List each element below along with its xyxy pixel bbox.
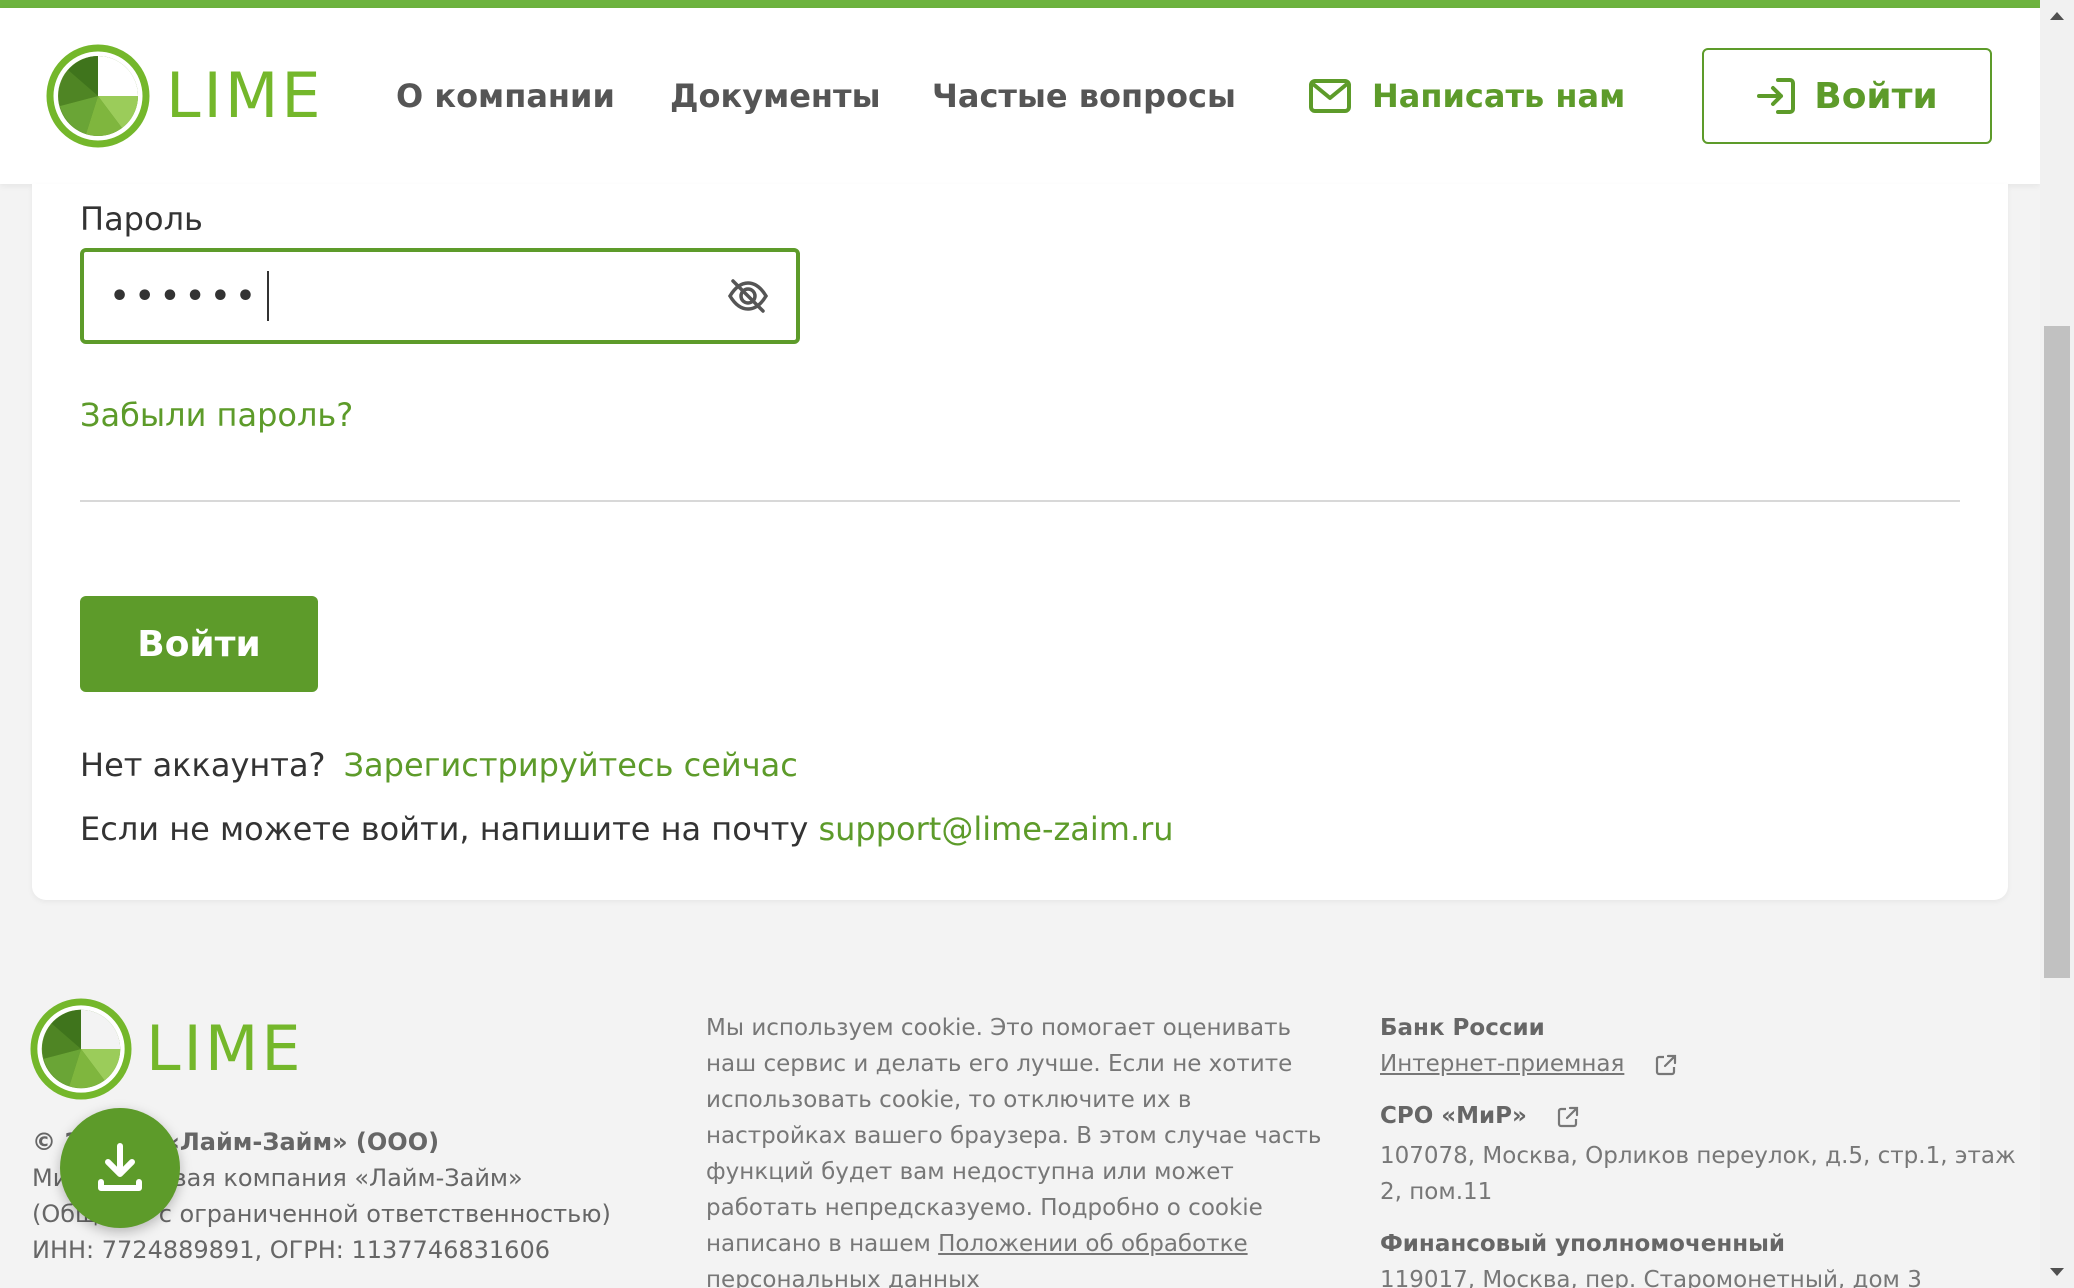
top-accent-bar bbox=[0, 0, 2040, 8]
bank-title: Банк России bbox=[1380, 1015, 1545, 1041]
password-field[interactable]: •••••• bbox=[80, 248, 800, 344]
password-value: •••••• bbox=[110, 278, 262, 314]
login-submit-button[interactable]: Войти bbox=[80, 596, 318, 692]
mail-icon bbox=[1309, 79, 1351, 113]
nav-write-us-label: Написать нам bbox=[1372, 77, 1626, 115]
support-text: Если не можете войти, напишите на почту bbox=[80, 810, 809, 848]
footer-logo[interactable]: LIME bbox=[30, 998, 304, 1100]
support-row: Если не можете войти, напишите на почту … bbox=[80, 810, 1174, 848]
text-caret bbox=[267, 271, 270, 321]
download-icon bbox=[98, 1143, 142, 1191]
logo-text: LIME bbox=[166, 59, 324, 132]
no-account-row: Нет аккаунта? Зарегистрируйтесь сейчас bbox=[80, 746, 798, 784]
nav-about[interactable]: О компании bbox=[396, 8, 615, 184]
scrollbar-thumb[interactable] bbox=[2044, 326, 2070, 978]
ombudsman-address: 119017, Москва, пер. Старомонетный, дом … bbox=[1380, 1267, 1922, 1288]
header-login-button[interactable]: Войти bbox=[1702, 48, 1992, 144]
bank-link-row: Интернет-приемная bbox=[1380, 1046, 2020, 1082]
site-header: LIME О компании Документы Частые вопросы… bbox=[0, 8, 2040, 184]
nav-about-label: О компании bbox=[396, 77, 615, 115]
password-label: Пароль bbox=[80, 200, 203, 238]
scroll-down-arrow-icon[interactable] bbox=[2046, 1262, 2068, 1282]
eye-off-icon[interactable] bbox=[726, 274, 770, 318]
scroll-up-arrow-icon[interactable] bbox=[2046, 6, 2068, 26]
download-app-button[interactable] bbox=[60, 1108, 180, 1228]
login-submit-label: Войти bbox=[137, 623, 261, 665]
sro-row: СРО «МиР» bbox=[1380, 1098, 2020, 1134]
support-email-link[interactable]: support@lime-zaim.ru bbox=[818, 810, 1173, 848]
lime-logo-icon bbox=[30, 998, 132, 1100]
lime-logo[interactable]: LIME bbox=[46, 44, 324, 148]
login-arrow-icon bbox=[1757, 78, 1796, 114]
cookie-text: Мы используем cookie. Это помогает оцени… bbox=[706, 1015, 1322, 1257]
login-card: Пароль •••••• Забыли пароль? Войти Нет а… bbox=[32, 184, 2008, 900]
header-login-label: Войти bbox=[1814, 75, 1938, 117]
company-line-4: ИНН: 7724889891, ОГРН: 1137746831606 bbox=[32, 1236, 550, 1264]
sro-title: СРО «МиР» bbox=[1380, 1103, 1527, 1129]
nav-documents[interactable]: Документы bbox=[670, 8, 881, 184]
footer-cookie-notice: Мы используем cookie. Это помогает оцени… bbox=[706, 1010, 1336, 1288]
forgot-password-link[interactable]: Забыли пароль? bbox=[80, 396, 353, 434]
footer-regulators: Банк России Интернет-приемная СРО «МиР» … bbox=[1380, 1010, 2020, 1288]
external-link-icon[interactable] bbox=[1654, 1053, 1678, 1077]
nav-write-us[interactable]: Написать нам bbox=[1308, 8, 1625, 184]
footer-logo-text: LIME bbox=[146, 1012, 304, 1085]
nav-faq[interactable]: Частые вопросы bbox=[932, 8, 1236, 184]
lime-logo-icon bbox=[46, 44, 150, 148]
ombudsman-title: Финансовый уполномоченный bbox=[1380, 1231, 1786, 1257]
external-link-icon[interactable] bbox=[1556, 1105, 1580, 1129]
nav-faq-label: Частые вопросы bbox=[932, 77, 1236, 115]
nav-documents-label: Документы bbox=[670, 77, 881, 115]
sro-address: 107078, Москва, Орликов переулок, д.5, с… bbox=[1380, 1143, 2016, 1205]
bank-reception-link[interactable]: Интернет-приемная bbox=[1380, 1051, 1624, 1077]
divider bbox=[80, 500, 1960, 502]
register-link[interactable]: Зарегистрируйтесь сейчас bbox=[344, 746, 798, 784]
no-account-text: Нет аккаунта? bbox=[80, 746, 326, 784]
